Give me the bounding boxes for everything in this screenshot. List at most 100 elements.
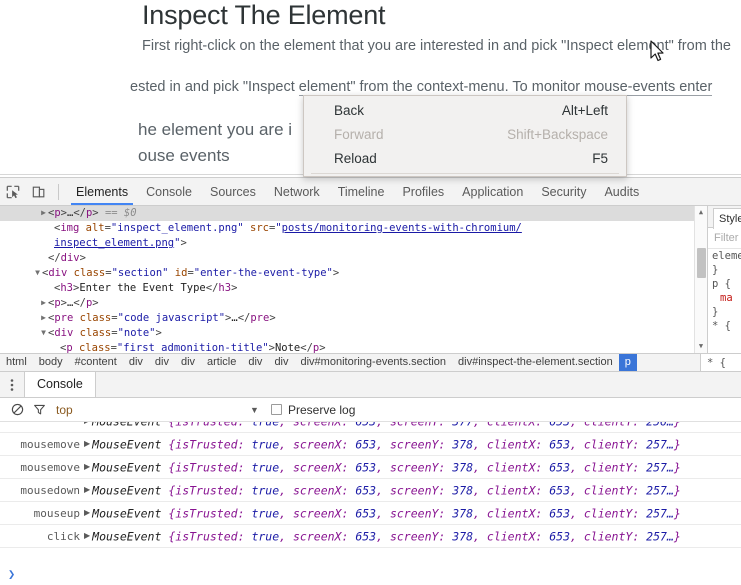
context-menu-item-back[interactable]: Back Alt+Left: [304, 99, 626, 123]
styles-rule-line[interactable]: }: [708, 305, 741, 319]
dom-tree-row[interactable]: ▶ <p>…</p> == $0: [0, 206, 707, 221]
dom-token-tag: h3: [60, 282, 73, 294]
tab-audits[interactable]: Audits: [595, 178, 648, 205]
prop-sep: ,: [376, 460, 390, 475]
prop-value-clientY: 256…: [646, 422, 674, 428]
styles-rule-line[interactable]: * {: [708, 319, 741, 333]
kebab-menu-icon[interactable]: [0, 372, 24, 398]
breadcrumb-item[interactable]: div: [268, 354, 294, 371]
dom-tree-row[interactable]: ▼ <div class="note">: [0, 326, 707, 341]
dom-tree-row[interactable]: <img alt="inspect_element.png" src="post…: [0, 221, 707, 236]
context-menu-item-reload[interactable]: Reload F5: [304, 147, 626, 171]
styles-filter-input[interactable]: Filter: [708, 228, 741, 249]
context-menu-item-back-label: Back: [334, 103, 365, 118]
expand-object-icon[interactable]: ▶: [84, 456, 92, 478]
console-message-row[interactable]: click ▶ MouseEvent {isTrusted: true, scree…: [0, 525, 741, 548]
twisty-collapsed-icon[interactable]: ▶: [39, 310, 48, 325]
breadcrumb-item[interactable]: div: [123, 354, 149, 371]
dom-tree-row[interactable]: <p class="first admonition-title">Note</…: [0, 341, 707, 353]
twisty-expanded-icon[interactable]: ▼: [33, 265, 42, 280]
styles-rule-line[interactable]: p {: [708, 277, 741, 291]
prop-key-clientX: clientX:: [486, 483, 550, 498]
console-message-row[interactable]: ▶MouseEvent {isTrusted: true, screenX: 6…: [0, 422, 741, 433]
prop-value-screenY: 378: [452, 483, 474, 498]
tab-console[interactable]: Console: [137, 178, 201, 205]
prop-sep: ,: [376, 437, 390, 452]
expand-object-icon[interactable]: ▶: [84, 479, 92, 501]
expand-object-icon[interactable]: ▶: [84, 525, 92, 547]
console-input-prompt[interactable]: ❯: [0, 563, 741, 585]
dom-tree[interactable]: ▶ <p>…</p> == $0 <img alt="inspect_element…: [0, 206, 707, 353]
twisty-collapsed-icon[interactable]: ▶: [39, 295, 48, 310]
console-message-row[interactable]: mousemove ▶ MouseEvent {isTrusted: true, s…: [0, 456, 741, 479]
dom-token-punc: >: [92, 297, 99, 309]
tab-timeline[interactable]: Timeline: [329, 178, 394, 205]
dom-tree-row[interactable]: </div>: [0, 251, 707, 266]
scrollbar-thumb[interactable]: [697, 248, 706, 278]
breadcrumb-item[interactable]: div#monitoring-events.section: [295, 354, 453, 371]
dom-token-dollar-ref: == $0: [98, 207, 137, 219]
browser-context-menu[interactable]: Back Alt+Left Forward Shift+Backspace Re…: [303, 95, 627, 177]
styles-rule-line[interactable]: ma: [708, 291, 741, 305]
console-message-list[interactable]: ▶MouseEvent {isTrusted: true, screenX: 6…: [0, 422, 741, 563]
dom-tree-row[interactable]: ▶ <p>…</p>: [0, 296, 707, 311]
element-picker-icon[interactable]: [0, 179, 26, 205]
breadcrumb-item[interactable]: div: [175, 354, 201, 371]
chevron-down-icon[interactable]: ▼: [250, 405, 259, 415]
tab-styles[interactable]: Styles: [713, 208, 741, 229]
breadcrumb-item[interactable]: html: [0, 354, 33, 371]
styles-rule-line[interactable]: }: [708, 263, 741, 277]
prop-key-clientX: clientX:: [486, 437, 550, 452]
breadcrumb-item[interactable]: article: [201, 354, 242, 371]
twisty-collapsed-icon[interactable]: ▶: [39, 206, 48, 220]
breadcrumb-item[interactable]: div: [242, 354, 268, 371]
breadcrumb-item[interactable]: div: [149, 354, 175, 371]
expand-object-icon[interactable]: ▶: [84, 502, 92, 524]
dom-token-link[interactable]: inspect_element.png: [54, 237, 174, 249]
prop-sep: ,: [279, 422, 293, 428]
styles-rule-line[interactable]: element: [708, 249, 741, 263]
breadcrumb-item[interactable]: p: [618, 354, 637, 371]
tab-network[interactable]: Network: [265, 178, 329, 205]
prop-key-screenX: screenX:: [293, 437, 356, 452]
scroll-down-icon[interactable]: ▼: [695, 340, 707, 353]
breadcrumb-item[interactable]: #content: [69, 354, 123, 371]
expand-object-icon[interactable]: ▶: [84, 422, 92, 432]
breadcrumb-item[interactable]: body: [33, 354, 69, 371]
dom-tree-scrollbar[interactable]: ▲ ▼: [694, 206, 707, 353]
twisty-expanded-icon[interactable]: ▼: [39, 325, 48, 340]
tab-sources[interactable]: Sources: [201, 178, 265, 205]
preserve-log-checkbox[interactable]: [271, 404, 282, 415]
tab-profiles[interactable]: Profiles: [393, 178, 453, 205]
dom-tree-row[interactable]: inspect_element.png">: [0, 236, 707, 251]
console-toolbar: top ▼ Preserve log: [0, 398, 741, 422]
tab-elements[interactable]: Elements: [67, 178, 137, 205]
styles-sidebar: Styles Filter element} p {ma} * {: [707, 206, 741, 353]
dom-tree-row[interactable]: <h3>Enter the Event Type</h3>: [0, 281, 707, 296]
filter-funnel-icon[interactable]: [28, 399, 50, 421]
dom-tree-row[interactable]: ▶ <pre class="code javascript">…</pre>: [0, 311, 707, 326]
dom-tree-rows: ▶ <p>…</p> == $0 <img alt="inspect_element…: [0, 206, 707, 353]
preserve-log-toggle[interactable]: Preserve log: [271, 403, 355, 417]
console-message-row[interactable]: mouseup ▶ MouseEvent {isTrusted: true, scr…: [0, 502, 741, 525]
prop-sep: ,: [570, 437, 584, 452]
breadcrumb-item[interactable]: div#inspect-the-element.section: [452, 354, 619, 371]
console-message-row[interactable]: mousedown ▶ MouseEvent {isTrusted: true, s…: [0, 479, 741, 502]
tab-application[interactable]: Application: [453, 178, 532, 205]
dom-token-punc: >: [332, 267, 340, 279]
clear-console-icon[interactable]: [6, 399, 28, 421]
console-context-selector[interactable]: top: [56, 403, 73, 417]
drawer-tab-console[interactable]: Console: [24, 372, 96, 397]
dom-tree-row[interactable]: ▼ <div class="section" id="enter-the-even…: [0, 266, 707, 281]
console-event-label: mousemove: [20, 461, 80, 475]
tab-security[interactable]: Security: [532, 178, 595, 205]
brace-close: }: [673, 483, 681, 498]
expand-object-icon[interactable]: ▶: [84, 433, 92, 455]
context-menu-item-reload-label: Reload: [334, 151, 377, 166]
console-message-row[interactable]: mousemove ▶ MouseEvent {isTrusted: true, s…: [0, 433, 741, 456]
scroll-up-icon[interactable]: ▲: [695, 206, 707, 219]
prop-value-clientY: 257…: [646, 483, 674, 498]
brace-close: }: [673, 506, 681, 521]
dom-token-link[interactable]: posts/monitoring-events-with-chromium/: [282, 222, 522, 234]
device-toolbar-icon[interactable]: [26, 179, 52, 205]
